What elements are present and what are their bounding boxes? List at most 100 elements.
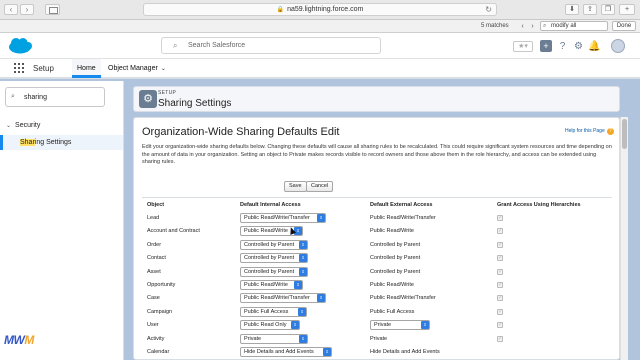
object-name: Lead <box>147 215 160 221</box>
external-access-value: Public Full Access <box>370 308 415 315</box>
avatar[interactable] <box>611 39 625 53</box>
tree-section-label: Security <box>15 122 41 129</box>
select-arrow-icon: ⇕ <box>421 321 429 330</box>
grant-access-checkbox[interactable]: ✓ <box>497 322 503 329</box>
internal-access-select[interactable]: Public Full Access ⇕ <box>240 306 307 317</box>
select-value: Hide Details and Add Events <box>244 349 314 355</box>
app-launcher-icon[interactable] <box>14 63 25 74</box>
notifications-bell-icon[interactable]: 🔔 <box>588 40 601 53</box>
table-row: Case Public Read/Write/Transfer ⇕ Public Re… <box>142 292 612 305</box>
internal-access-select[interactable]: Public Read/Write ⇕ <box>240 280 303 290</box>
setup-gear-icon: ⚙ <box>139 90 157 108</box>
sidebar-toggle-icon[interactable] <box>45 4 60 15</box>
table-row: Contact Controlled by Parent ⇕ Controlled b… <box>142 252 612 265</box>
external-access-value: Public Read/Write <box>370 282 414 288</box>
page-kicker: SETUP <box>158 90 177 96</box>
browser-toolbar: ‹ › 🔒 na59.lightning.force.com ↻ ⬇ ⇪ ❐ + <box>0 0 640 20</box>
url-text: na59.lightning.force.com <box>287 6 364 13</box>
section-title: Organization-Wide Sharing Defaults Edit <box>142 126 340 138</box>
find-next-icon[interactable]: › <box>528 22 537 31</box>
internal-access-select[interactable]: Public Read/Write/Transfer ⇕ <box>240 213 326 223</box>
object-name: Case <box>147 295 160 302</box>
sidebar-item-label: ing Settings <box>34 139 72 146</box>
grant-access-checkbox[interactable]: ✓ <box>497 228 503 235</box>
table-row: Opportunity Public Read/Write ⇕ Public Read… <box>142 279 612 292</box>
tab-home[interactable]: Home <box>72 59 101 78</box>
external-access-value: Public Read/Write <box>370 228 414 235</box>
table-row: User Public Read Only ⇕ Private ⇕ ✓ <box>142 319 612 332</box>
save-button[interactable]: Save <box>284 181 307 192</box>
chevron-down-icon: ⌄ <box>6 123 12 129</box>
help-icon[interactable]: ? <box>556 40 569 53</box>
help-icon: ? <box>606 128 614 135</box>
table-row: Asset Controlled by Parent ⇕ Controlled by … <box>142 266 612 279</box>
find-input[interactable]: ⌕ modify all <box>540 21 608 31</box>
help-link-label: Help for this Page <box>565 128 605 134</box>
reload-icon[interactable]: ↻ <box>485 4 492 15</box>
tabs-icon[interactable]: ❐ <box>601 4 615 15</box>
internal-access-select[interactable]: Controlled by Parent ⇕ <box>240 253 308 264</box>
app-name: Setup <box>33 64 54 73</box>
downloads-icon[interactable]: ⬇ <box>565 4 579 15</box>
chevron-down-icon[interactable]: ⌄ <box>161 66 166 72</box>
internal-access-select[interactable]: Controlled by Parent ⇕ <box>240 266 308 277</box>
address-bar[interactable]: 🔒 na59.lightning.force.com ↻ <box>143 3 497 16</box>
select-arrow-icon: ⇕ <box>299 267 307 276</box>
grant-access-checkbox[interactable]: ✓ <box>497 282 503 288</box>
object-name: Campaign <box>147 308 173 315</box>
global-search-input[interactable]: ⌕ Search Salesforce <box>161 37 381 54</box>
external-access-select[interactable]: Private ⇕ <box>370 320 430 331</box>
select-value: Public Read Only <box>244 322 287 329</box>
setup-gear-icon[interactable]: ⚙ <box>572 40 585 53</box>
grant-access-checkbox[interactable]: ✓ <box>497 308 503 315</box>
favorites-icon[interactable]: ★▾ <box>513 41 533 52</box>
select-value: Public Read/Write <box>244 228 288 235</box>
select-arrow-icon: ⇕ <box>299 334 307 343</box>
app-navigation: Setup Home Object Manager ⌄ <box>0 59 640 79</box>
select-value: Public Read/Write <box>244 282 288 288</box>
grant-access-checkbox[interactable]: ✓ <box>497 255 503 262</box>
grant-access-checkbox[interactable]: ✓ <box>497 268 503 275</box>
internal-access-select[interactable]: Public Read Only ⇕ <box>240 320 300 331</box>
help-link[interactable]: Help for this Page? <box>565 128 614 135</box>
share-icon[interactable]: ⇪ <box>583 4 597 15</box>
lock-icon: 🔒 <box>276 7 285 13</box>
find-bar: 5 matches ‹ › ⌕ modify all Done <box>0 20 640 33</box>
watermark-text: MW <box>4 333 25 347</box>
global-actions-icon[interactable]: + <box>540 40 552 52</box>
quick-find-input[interactable]: ⌕ sharing <box>5 87 105 107</box>
forward-icon[interactable]: › <box>20 4 34 15</box>
grant-access-checkbox[interactable]: ✓ <box>497 241 503 248</box>
back-icon[interactable]: ‹ <box>4 4 18 15</box>
internal-access-select[interactable]: Public Read/Write/Transfer ⇕ <box>240 293 326 304</box>
grant-access-checkbox[interactable]: ✓ <box>497 335 503 342</box>
sidebar-item-sharing-settings[interactable]: Sharing Settings <box>0 135 123 150</box>
internal-access-select[interactable]: Private ⇕ <box>240 333 308 344</box>
salesforce-logo[interactable] <box>7 37 33 55</box>
grant-access-checkbox[interactable]: ✓ <box>497 215 503 221</box>
grant-access-checkbox[interactable]: ✓ <box>497 295 503 302</box>
find-prev-icon[interactable]: ‹ <box>518 22 527 31</box>
search-icon: ⌕ <box>543 23 547 29</box>
tree-section-security[interactable]: ⌄ Security <box>6 122 40 129</box>
new-tab-icon[interactable]: + <box>619 4 635 15</box>
cancel-button[interactable]: Cancel <box>306 181 334 192</box>
select-arrow-icon: ⇕ <box>323 348 331 356</box>
page-header: ⚙ SETUP Sharing Settings <box>133 86 620 112</box>
internal-access-select[interactable]: Controlled by Parent ⇕ <box>240 239 308 250</box>
select-arrow-icon: ⇕ <box>317 294 325 303</box>
scrollbar-thumb[interactable] <box>622 119 627 149</box>
object-name: Account and Contract <box>147 228 200 235</box>
table-row: Lead Public Read/Write/Transfer ⇕ Public Re… <box>142 212 612 225</box>
external-access-value: Hide Details and Add Events <box>370 349 440 355</box>
tab-object-manager[interactable]: Object Manager ⌄ <box>103 59 171 78</box>
table-row: Campaign Public Full Access ⇕ Public Full A… <box>142 306 612 319</box>
global-header: ⌕ Search Salesforce ★▾ + ? ⚙ 🔔 <box>0 33 640 59</box>
find-done-button[interactable]: Done <box>612 21 636 31</box>
select-value: Controlled by Parent <box>244 268 295 275</box>
object-name: Order <box>147 241 162 248</box>
internal-access-select[interactable]: Hide Details and Add Events ⇕ <box>240 347 332 357</box>
scrollbar[interactable] <box>620 117 628 360</box>
sharing-defaults-panel: Organization-Wide Sharing Defaults Edit … <box>133 117 620 360</box>
select-arrow-icon: ⇕ <box>299 240 307 249</box>
